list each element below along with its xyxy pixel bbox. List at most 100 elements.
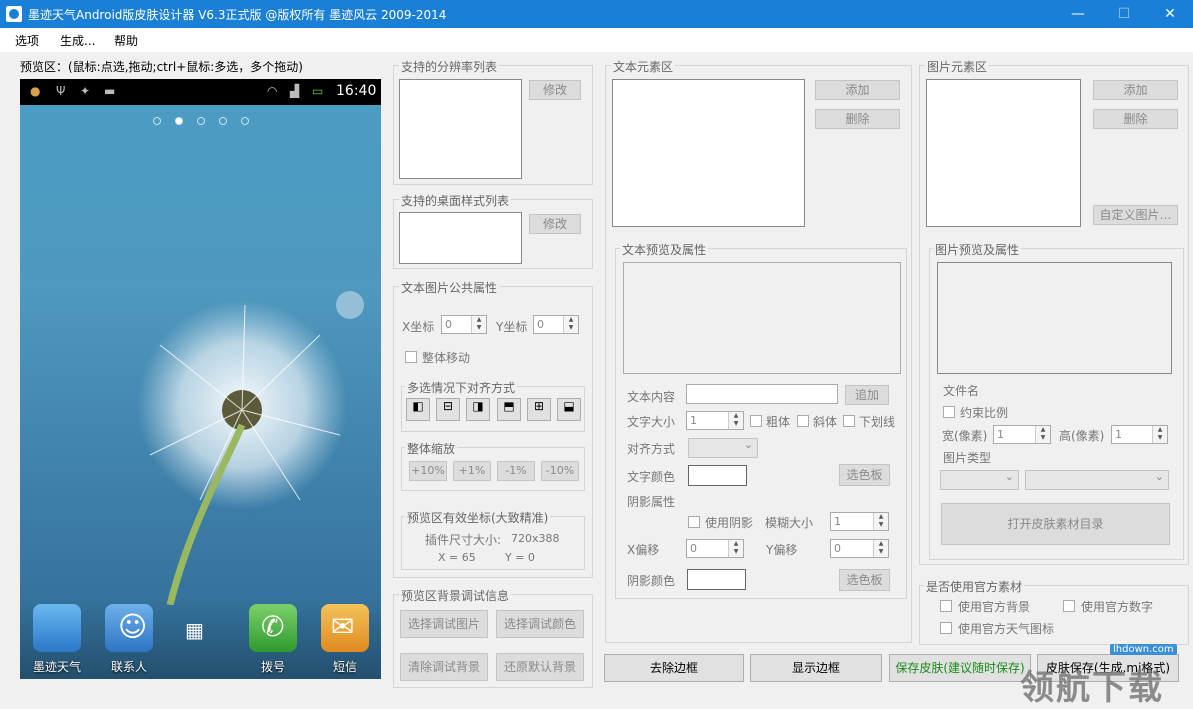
desktop-edit-button[interactable]: 修改 xyxy=(529,214,581,234)
moji-weather-app-icon[interactable] xyxy=(33,604,81,652)
zoom-group-title: 整体缩放 xyxy=(405,440,458,457)
app-label-contacts: 联系人 xyxy=(110,660,147,674)
open-skin-folder-button[interactable]: 打开皮肤素材目录 xyxy=(941,503,1170,545)
shadow-color-label: 阴影颜色 xyxy=(627,574,676,588)
image-preview xyxy=(937,262,1172,374)
common-props-title: 文本图片公共属性 xyxy=(399,279,500,296)
image-element-list[interactable] xyxy=(926,79,1081,227)
resolution-edit-button[interactable]: 修改 xyxy=(529,80,581,100)
maximize-button[interactable]: ☐ xyxy=(1101,0,1147,28)
x-coord-label: X坐标 xyxy=(402,320,435,334)
blur-size-input[interactable]: 1 xyxy=(830,512,889,531)
align-group-title: 多选情况下对齐方式 xyxy=(405,379,518,396)
shadow-y-offset-label: Y偏移 xyxy=(766,543,798,557)
image-delete-button[interactable]: 删除 xyxy=(1093,109,1178,129)
image-subtype-select[interactable] xyxy=(1025,470,1169,490)
zoom-minus10-button[interactable]: -10% xyxy=(541,461,579,481)
menu-options[interactable]: 选项 xyxy=(15,32,39,49)
select-debug-image-button[interactable]: 选择调试图片 xyxy=(400,610,488,638)
text-elements-title: 文本元素区 xyxy=(611,58,676,75)
shadow-y-offset-input[interactable]: 0 xyxy=(830,539,889,558)
coord-y-value: Y = 0 xyxy=(505,551,535,564)
save-skin-button[interactable]: 保存皮肤(建议随时保存) xyxy=(889,654,1031,682)
bold-checkbox[interactable] xyxy=(750,415,762,427)
official-icon-checkbox[interactable] xyxy=(940,622,952,634)
text-size-input[interactable]: 1 xyxy=(686,411,744,430)
use-shadow-checkbox[interactable] xyxy=(688,516,700,528)
y-coord-input[interactable]: 0 xyxy=(533,315,579,334)
text-align-select[interactable] xyxy=(688,438,758,458)
underline-checkbox[interactable] xyxy=(843,415,855,427)
official-num-label: 使用官方数字 xyxy=(1081,600,1154,614)
italic-checkbox[interactable] xyxy=(797,415,809,427)
shadow-props-label: 阴影属性 xyxy=(627,495,676,509)
show-border-button[interactable]: 显示边框 xyxy=(750,654,882,682)
align-bottom-icon[interactable]: ⬓ xyxy=(557,398,581,421)
text-color-swatch[interactable] xyxy=(688,465,747,486)
menu-help[interactable]: 帮助 xyxy=(114,32,138,49)
zoom-plus10-button[interactable]: +10% xyxy=(409,461,447,481)
remove-border-button[interactable]: 去除边框 xyxy=(604,654,744,682)
status-time: 16:40 xyxy=(336,83,377,99)
resolution-list[interactable] xyxy=(399,79,522,179)
zoom-plus1-button[interactable]: +1% xyxy=(453,461,491,481)
bold-label: 粗体 xyxy=(766,415,791,429)
text-element-list[interactable] xyxy=(612,79,805,227)
zoom-minus1-button[interactable]: -1% xyxy=(497,461,535,481)
preview-area[interactable]: ● Ψ ✦ ▬ ◠ ▟ ▭ 16:40 xyxy=(20,79,381,679)
weather-status-icon: ● xyxy=(30,84,41,98)
align-left-icon[interactable]: ◧ xyxy=(406,398,430,421)
menu-generate[interactable]: 生成... xyxy=(60,32,95,49)
x-coord-input[interactable]: 0 xyxy=(441,315,487,334)
image-props-title: 图片预览及属性 xyxy=(933,241,1022,258)
align-vcenter-icon[interactable]: ⊞ xyxy=(527,398,551,421)
image-type-select[interactable] xyxy=(940,470,1019,490)
dialer-app-icon[interactable]: ✆ xyxy=(249,604,297,652)
text-content-input[interactable] xyxy=(686,384,838,404)
width-input[interactable]: 1 xyxy=(993,425,1051,444)
official-bg-checkbox[interactable] xyxy=(940,600,952,612)
desktop-style-list[interactable] xyxy=(399,212,522,264)
text-append-button[interactable]: 追加 xyxy=(845,385,889,405)
app-label-dialer: 拨号 xyxy=(260,660,285,674)
close-button[interactable]: ✕ xyxy=(1147,0,1193,28)
keyboard-icon: ▬ xyxy=(104,84,116,98)
shadow-color-swatch[interactable] xyxy=(687,569,746,590)
watermark-text: 领航下载 xyxy=(1020,668,1164,708)
contacts-app-icon[interactable]: ☺ xyxy=(105,604,153,652)
app-drawer-icon[interactable]: ▦ xyxy=(185,620,215,644)
text-color-palette-button[interactable]: 选色板 xyxy=(839,464,890,486)
text-props-title: 文本预览及属性 xyxy=(620,241,709,258)
sms-app-icon[interactable]: ✉ xyxy=(321,604,369,652)
text-color-label: 文字颜色 xyxy=(627,470,676,484)
title-bar: 墨迹天气Android版皮肤设计器 V6.3正式版 @版权所有 墨迹风云 200… xyxy=(0,0,1193,28)
whole-move-label: 整体移动 xyxy=(422,351,471,365)
image-add-button[interactable]: 添加 xyxy=(1093,80,1178,100)
text-add-button[interactable]: 添加 xyxy=(815,80,900,100)
text-delete-button[interactable]: 删除 xyxy=(815,109,900,129)
height-label: 高(像素) xyxy=(1059,429,1105,443)
align-hcenter-icon[interactable]: ⊟ xyxy=(436,398,460,421)
select-debug-color-button[interactable]: 选择调试颜色 xyxy=(496,610,584,638)
battery-icon: ▭ xyxy=(312,84,324,98)
clear-debug-bg-button[interactable]: 清除调试背景 xyxy=(400,653,488,681)
shadow-color-palette-button[interactable]: 选色板 xyxy=(839,569,890,591)
height-input[interactable]: 1 xyxy=(1111,425,1168,444)
custom-image-button[interactable]: 自定义图片… xyxy=(1093,205,1178,225)
file-name-label: 文件名 xyxy=(943,384,980,398)
align-top-icon[interactable]: ⬒ xyxy=(497,398,521,421)
keep-ratio-checkbox[interactable] xyxy=(943,406,955,418)
align-right-icon[interactable]: ◨ xyxy=(466,398,490,421)
official-num-checkbox[interactable] xyxy=(1063,600,1075,612)
wifi-icon: ◠ xyxy=(267,84,278,98)
minimize-button[interactable]: — xyxy=(1055,0,1101,28)
y-coord-label: Y坐标 xyxy=(496,320,528,334)
shadow-x-offset-input[interactable]: 0 xyxy=(686,539,744,558)
app-icon xyxy=(6,6,22,22)
restore-default-bg-button[interactable]: 还原默认背景 xyxy=(496,653,584,681)
status-bar: ● Ψ ✦ ▬ ◠ ▟ ▭ 16:40 xyxy=(20,79,381,105)
signal-icon: ▟ xyxy=(290,84,300,98)
image-elements-title: 图片元素区 xyxy=(925,58,990,75)
whole-move-checkbox[interactable] xyxy=(405,351,417,363)
menu-bar: 选项 生成... 帮助 xyxy=(0,28,1193,52)
